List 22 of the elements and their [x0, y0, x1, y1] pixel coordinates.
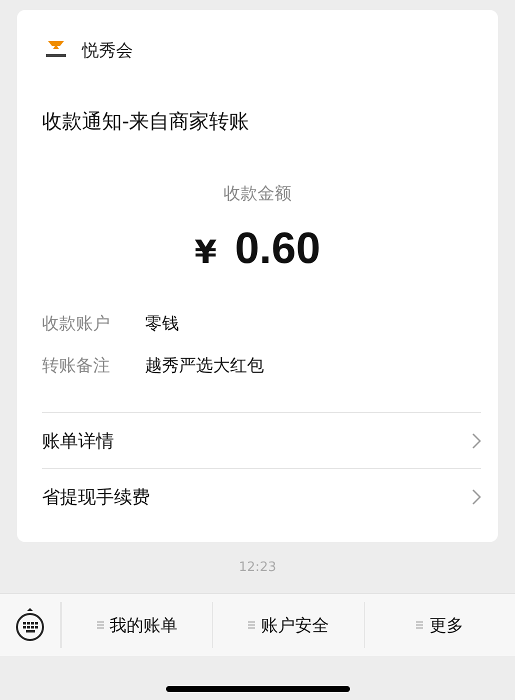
menu-icon — [96, 621, 104, 629]
link-label[interactable]: 省提现手续费 — [42, 484, 150, 508]
menu-item[interactable]: 账户安全 — [260, 614, 329, 636]
chevron-icon — [472, 432, 481, 448]
field-label: 转账备注 — [42, 354, 111, 376]
keyboard-icon[interactable] — [15, 608, 45, 642]
menu-item[interactable]: 更多 — [429, 614, 464, 636]
currency-symbol: ¥ — [194, 233, 217, 271]
amount-label: 收款金额 — [222, 183, 292, 206]
field-label: 收款账户 — [42, 312, 111, 334]
field-value: 越秀严选大红包 — [145, 354, 264, 376]
account-name: 悦秀会 — [82, 40, 133, 62]
amount-value: 0.60 — [234, 224, 320, 274]
menu-icon — [248, 621, 255, 629]
message-title: 收款通知-来自商家转账 — [41, 108, 250, 134]
link-label[interactable]: 账单详情 — [42, 428, 114, 452]
chevron-icon — [472, 488, 481, 504]
logo-icon — [44, 40, 68, 60]
field-value: 零钱 — [145, 312, 179, 334]
message-time: 12:23 — [238, 560, 276, 575]
menu-item[interactable]: 我的账单 — [110, 614, 178, 636]
menu-icon — [416, 621, 424, 629]
